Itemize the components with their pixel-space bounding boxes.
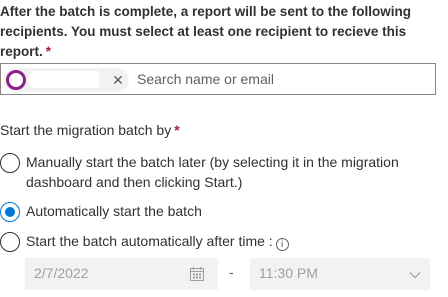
radio-label-automatic: Automatically start the batch — [26, 203, 202, 219]
date-time-separator: - — [229, 264, 234, 280]
recipient-people-picker[interactable]: ✕ — [0, 63, 436, 95]
required-marker: * — [45, 44, 52, 59]
info-icon[interactable]: i — [275, 238, 289, 251]
radio-button-after-time[interactable] — [0, 232, 20, 252]
radio-option-manual[interactable]: Manually start the batch later (by selec… — [0, 151, 430, 191]
radio-label-manual: Manually start the batch later (by selec… — [26, 154, 399, 190]
recipient-chip[interactable]: ✕ — [3, 68, 129, 92]
date-value: 2/7/2022 — [34, 265, 89, 281]
date-picker-field: 2/7/2022 — [25, 258, 218, 290]
radio-button-automatic[interactable] — [0, 202, 20, 222]
search-input[interactable] — [137, 69, 427, 89]
report-description-text: After the batch is complete, a report wi… — [0, 4, 412, 59]
radio-option-automatic[interactable]: Automatically start the batch — [0, 201, 430, 223]
avatar — [6, 70, 26, 90]
close-icon[interactable]: ✕ — [109, 71, 127, 89]
report-recipients-description: After the batch is complete, a report wi… — [0, 2, 430, 62]
radio-label-after-time: Start the batch automatically after time… — [26, 233, 273, 249]
migration-batch-form: After the batch is complete, a report wi… — [0, 0, 448, 297]
calendar-icon — [190, 267, 204, 281]
start-batch-label: Start the migration batch by * — [0, 121, 180, 139]
recipient-chip-name-redacted — [29, 71, 99, 88]
start-batch-label-text: Start the migration batch by — [0, 122, 172, 138]
time-dropdown: 11:30 PM — [250, 258, 430, 290]
radio-button-manual[interactable] — [0, 153, 20, 173]
radio-option-after-time[interactable]: Start the batch automatically after time… — [0, 231, 430, 253]
radio-label-after-time-wrap: Start the batch automatically after time… — [26, 231, 289, 251]
required-marker: * — [174, 122, 180, 138]
time-value: 11:30 PM — [259, 265, 318, 281]
chevron-down-icon — [409, 272, 421, 279]
